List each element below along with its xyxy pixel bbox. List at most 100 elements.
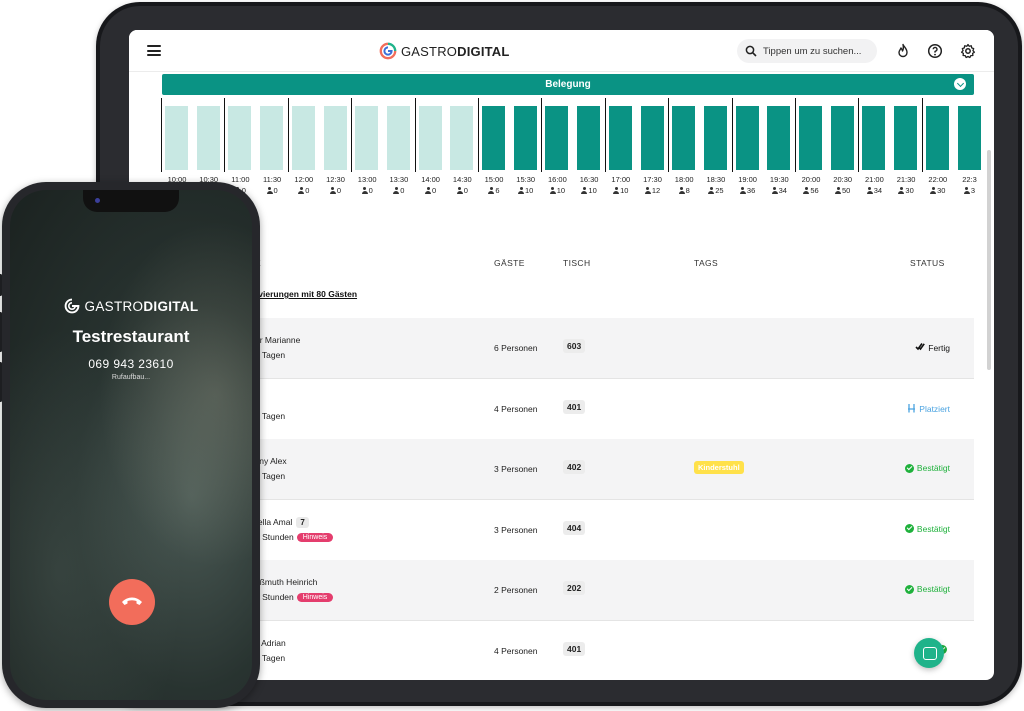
- slot-time: 11:00: [231, 175, 250, 184]
- logo-mark-icon: [64, 298, 79, 314]
- caller-logo-text: GASTRODIGITAL: [85, 299, 199, 314]
- visit-count-badge: 7: [296, 516, 309, 528]
- table-number[interactable]: 404: [563, 520, 586, 535]
- occupancy-bar[interactable]: [260, 106, 284, 170]
- occupancy-bar[interactable]: [703, 106, 727, 170]
- hour-divider: [541, 98, 543, 172]
- status-label[interactable]: Fertig: [915, 342, 950, 353]
- status-label[interactable]: Platziert: [907, 403, 950, 415]
- scrollbar[interactable]: [987, 150, 991, 370]
- occupancy-title: Belegung: [545, 79, 591, 90]
- occupancy-bar[interactable]: [355, 106, 379, 170]
- occupancy-bar[interactable]: [386, 106, 410, 170]
- slot-count-value: 10: [620, 186, 629, 195]
- occupancy-bar[interactable]: [925, 106, 949, 170]
- slot-guest-count: 10: [574, 186, 604, 195]
- occupancy-bar[interactable]: [672, 106, 696, 170]
- phone-volume-down: [0, 362, 2, 402]
- occupancy-bar[interactable]: [196, 106, 220, 170]
- reservation-summary-link[interactable]: rvierungen mit 80 Gästen: [255, 289, 357, 299]
- table-number[interactable]: 202: [563, 581, 586, 595]
- occupancy-bar[interactable]: [545, 106, 569, 170]
- slot-guest-count: 10: [606, 186, 636, 195]
- slot-time: 20:00: [801, 175, 821, 184]
- occupancy-bar[interactable]: [862, 106, 886, 170]
- occupancy-bar[interactable]: [640, 106, 664, 170]
- hang-up-button[interactable]: [109, 579, 155, 625]
- occupancy-bar[interactable]: [799, 106, 822, 170]
- occupancy-bar[interactable]: [291, 106, 315, 170]
- status-text: Fertig: [928, 342, 950, 353]
- occupancy-bar[interactable]: [323, 106, 347, 170]
- occupancy-bar[interactable]: [482, 106, 505, 170]
- slot-time: 19:30: [769, 175, 789, 184]
- column-header-table: TISCH: [563, 258, 591, 268]
- table-number[interactable]: 401: [563, 641, 586, 656]
- hour-divider: [604, 98, 606, 172]
- person-icon: [771, 187, 778, 194]
- slot-time: 11:30: [262, 175, 282, 184]
- slot-count-value: 10: [525, 186, 534, 195]
- reservation-age-text: 8 Stunden: [255, 531, 294, 542]
- caller-app-logo: GASTRODIGITAL: [10, 298, 252, 314]
- occupancy-bar[interactable]: [957, 106, 981, 170]
- occupancy-bar[interactable]: [418, 106, 442, 170]
- status-label[interactable]: Bestätigt: [904, 524, 950, 534]
- logo-mark-icon: [379, 42, 397, 60]
- tag-chip: Kinderstuhl: [694, 461, 744, 474]
- slot-count-value: 3: [970, 186, 976, 195]
- occupancy-bar[interactable]: [577, 106, 601, 170]
- slot-time: 14:30: [452, 175, 472, 184]
- occupancy-bar[interactable]: [228, 106, 252, 170]
- app-logo: GASTRODIGITAL: [379, 42, 510, 60]
- occupancy-bar[interactable]: [894, 106, 918, 170]
- slot-guest-count: 6: [479, 186, 509, 195]
- hamburger-menu-icon[interactable]: [147, 45, 161, 56]
- search-input[interactable]: [763, 45, 873, 57]
- occupancy-bar[interactable]: [830, 106, 854, 170]
- occupancy-bar[interactable]: [450, 106, 474, 170]
- person-icon: [803, 187, 810, 194]
- slot-count-value: 0: [336, 186, 342, 195]
- status-label[interactable]: Bestätigt: [904, 463, 950, 473]
- phone-volume-up: [0, 312, 2, 352]
- table-number[interactable]: 603: [563, 339, 586, 353]
- table-number[interactable]: 402: [563, 460, 586, 474]
- slot-count-value: 6: [495, 186, 500, 195]
- slot-count-value: 34: [873, 186, 883, 195]
- hint-badge[interactable]: Hinweis: [296, 593, 334, 602]
- search-box[interactable]: [737, 39, 877, 63]
- status-text: Bestätigt: [916, 584, 950, 594]
- hint-badge[interactable]: Hinweis: [296, 532, 334, 542]
- caller-logo-bold: DIGITAL: [143, 298, 199, 314]
- settings-gear-icon[interactable]: [960, 43, 976, 59]
- slot-guest-count: 25: [701, 186, 731, 195]
- occupancy-header[interactable]: Belegung: [162, 74, 974, 95]
- hour-divider: [731, 98, 733, 172]
- hour-divider: [795, 98, 796, 172]
- slot-guest-count: 56: [796, 186, 826, 195]
- slot-guest-count: 0: [289, 186, 319, 195]
- occupancy-bar[interactable]: [165, 106, 188, 170]
- marketing-composite: GASTRODIGITAL Belegung 10:00010:30011:00…: [0, 0, 1024, 711]
- help-icon[interactable]: [927, 43, 943, 59]
- occupancy-bar[interactable]: [767, 106, 791, 170]
- occupancy-bar[interactable]: [735, 106, 759, 170]
- slot-count-value: 10: [556, 186, 566, 195]
- table-number[interactable]: 401: [563, 399, 586, 414]
- occupancy-bar[interactable]: [513, 106, 537, 170]
- phone-device: GASTRODIGITAL Testrestaurant 069 943 236…: [0, 182, 260, 708]
- person-icon: [930, 187, 937, 194]
- flame-icon[interactable]: [895, 43, 911, 59]
- slot-guest-count: 34: [859, 186, 889, 195]
- slot-time: 13:00: [357, 175, 377, 184]
- chevron-down-icon[interactable]: [954, 78, 966, 90]
- slot-time: 17:00: [611, 175, 631, 184]
- slot-time: 15:30: [516, 175, 536, 184]
- slot-guest-count: 0: [416, 186, 446, 195]
- chat-button[interactable]: [914, 638, 944, 668]
- occupancy-bar[interactable]: [608, 106, 632, 170]
- status-label[interactable]: Bestätigt: [904, 584, 950, 594]
- person-icon: [708, 187, 715, 194]
- summary-guests: 80 Gästen: [316, 289, 358, 299]
